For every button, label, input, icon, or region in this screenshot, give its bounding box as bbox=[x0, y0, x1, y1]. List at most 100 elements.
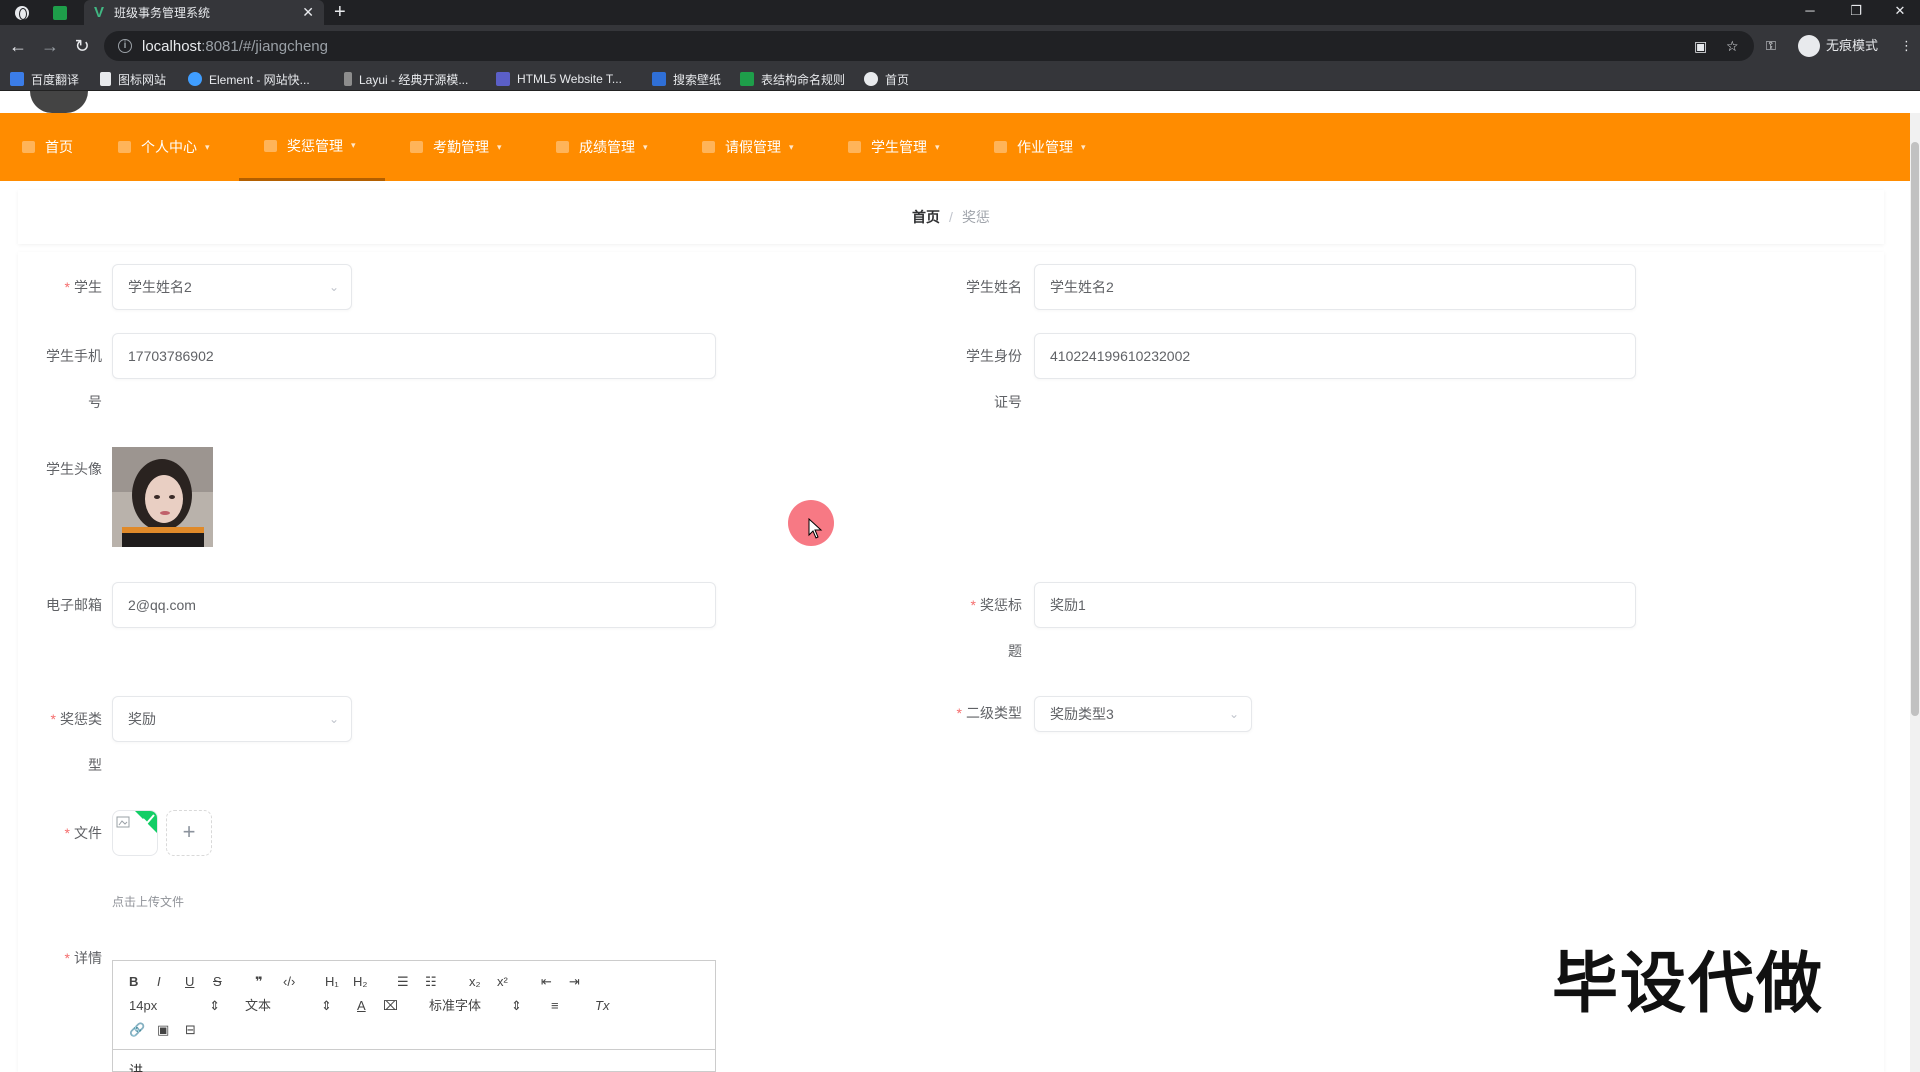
nav-home[interactable]: 首页 bbox=[22, 113, 73, 181]
strike-icon[interactable]: S bbox=[213, 973, 222, 991]
close-tab-icon[interactable]: ✕ bbox=[302, 4, 314, 21]
indent-icon[interactable]: ⇥ bbox=[569, 973, 580, 991]
text-color-icon[interactable]: A bbox=[357, 997, 366, 1015]
bookmark-item[interactable]: Layui - 经典开源模... bbox=[344, 67, 468, 91]
email-input[interactable]: 2@qq.com bbox=[112, 582, 716, 628]
address-bar[interactable]: i localhost :8081/#/jiangcheng ▣ ☆ bbox=[104, 31, 1754, 61]
chevron-down-icon: ▾ bbox=[205, 141, 210, 152]
link-icon[interactable]: 🔗 bbox=[129, 1021, 145, 1039]
outdent-icon[interactable]: ⇤ bbox=[541, 973, 552, 991]
profile-label: 无痕模式 bbox=[1826, 38, 1879, 53]
subtype-select[interactable]: 奖励类型3 ⌄ bbox=[1034, 696, 1252, 732]
file-label: * 文件 bbox=[64, 825, 102, 841]
align-icon[interactable]: ≡ bbox=[551, 997, 559, 1015]
breadcrumb: 首页 / 奖惩 bbox=[18, 190, 1884, 244]
mouse-cursor-icon bbox=[808, 518, 823, 539]
incognito-profile[interactable]: 无痕模式 bbox=[1798, 34, 1878, 58]
upload-add-button[interactable]: + bbox=[166, 810, 212, 856]
nav-attendance[interactable]: 考勤管理 ▾ bbox=[410, 113, 502, 181]
header-select[interactable]: 文本 ⇕ bbox=[245, 997, 332, 1015]
reload-button[interactable]: ↻ bbox=[70, 34, 94, 58]
bookmark-item[interactable]: HTML5 Website T... bbox=[496, 67, 622, 91]
nav-reward-punishment[interactable]: 奖惩管理 ▾ bbox=[239, 113, 385, 181]
subtype-label: * 二级类型 bbox=[956, 705, 1022, 721]
bookmark-item[interactable]: 图标网站 bbox=[100, 67, 166, 91]
new-tab-button[interactable]: + bbox=[334, 0, 346, 25]
active-browser-tab[interactable]: V 班级事务管理系统 ✕ bbox=[84, 0, 324, 25]
restore-button[interactable]: ❐ bbox=[1836, 0, 1876, 25]
close-window-button[interactable]: ✕ bbox=[1880, 0, 1920, 25]
minimize-button[interactable]: ─ bbox=[1790, 0, 1830, 25]
bullet-list-icon[interactable]: ☷ bbox=[425, 973, 437, 991]
blockquote-icon[interactable]: ❞ bbox=[255, 973, 263, 991]
scrollbar-thumb[interactable] bbox=[1911, 142, 1919, 716]
updown-icon: ⇕ bbox=[321, 998, 332, 1013]
tab-title: 班级事务管理系统 bbox=[114, 6, 211, 20]
chevron-down-icon: ▾ bbox=[789, 141, 794, 152]
underline-icon[interactable]: U bbox=[185, 973, 194, 991]
clear-format-icon[interactable]: Tx bbox=[595, 997, 609, 1015]
ordered-list-icon[interactable]: ☰ bbox=[397, 973, 409, 991]
bold-icon[interactable]: B bbox=[129, 973, 138, 991]
image-icon[interactable]: ▣ bbox=[157, 1021, 169, 1039]
globe-icon bbox=[864, 72, 878, 86]
nav-students[interactable]: 学生管理 ▾ bbox=[848, 113, 940, 181]
header2-icon[interactable]: H₂ bbox=[353, 973, 367, 991]
watermark-text: 毕设代做 bbox=[1552, 945, 1824, 1022]
background-color-icon[interactable]: ⌧ bbox=[383, 997, 398, 1015]
bookmark-star-icon[interactable]: ☆ bbox=[1726, 31, 1739, 61]
student-avatar-image[interactable] bbox=[112, 447, 213, 547]
updown-icon: ⇕ bbox=[209, 998, 221, 1013]
chevron-down-icon: ▾ bbox=[935, 141, 940, 152]
forward-button[interactable]: → bbox=[38, 34, 62, 58]
nav-leave[interactable]: 请假管理 ▾ bbox=[702, 113, 794, 181]
chevron-down-icon: ▾ bbox=[643, 141, 648, 152]
menu-dots-icon[interactable]: ⋮ bbox=[1900, 34, 1913, 58]
bookmark-item[interactable]: Element - 网站快... bbox=[188, 67, 310, 91]
breadcrumb-current: 奖惩 bbox=[961, 209, 990, 225]
italic-icon[interactable]: I bbox=[157, 973, 161, 991]
student-label: * 学生 bbox=[64, 279, 102, 295]
incognito-icon bbox=[1798, 35, 1820, 57]
code-block-icon[interactable]: ‹/› bbox=[283, 973, 295, 991]
nav-grades[interactable]: 成绩管理 ▾ bbox=[556, 113, 648, 181]
type-label-cont: 型 bbox=[88, 757, 102, 773]
pinned-tab-globe[interactable] bbox=[4, 0, 40, 25]
bookmark-item[interactable]: 首页 bbox=[864, 67, 909, 91]
subscript-icon[interactable]: x₂ bbox=[469, 973, 481, 991]
bookmark-item[interactable]: 搜索壁纸 bbox=[652, 67, 721, 91]
calendar-icon bbox=[410, 141, 423, 153]
bookmark-item[interactable]: 百度翻译 bbox=[10, 67, 79, 91]
back-button[interactable]: ← bbox=[6, 34, 30, 58]
rich-text-editor[interactable]: B I U S ❞ ‹/› H₁ H₂ ☰ ☷ x₂ x² ⇤ ⇥ 14px ⇕ … bbox=[112, 960, 716, 1072]
font-size-select[interactable]: 14px ⇕ bbox=[129, 997, 220, 1015]
font-family-select[interactable]: 标准字体 ⇕ bbox=[429, 997, 522, 1015]
student-select[interactable]: 学生姓名2 ⌄ bbox=[112, 264, 352, 310]
chevron-down-icon: ▾ bbox=[497, 141, 502, 152]
detail-label: * 详情 bbox=[64, 950, 102, 966]
editor-content[interactable]: 讲 bbox=[129, 1061, 143, 1072]
breadcrumb-home[interactable]: 首页 bbox=[912, 207, 940, 227]
app-header-strip bbox=[0, 91, 1920, 113]
type-select[interactable]: 奖励 ⌄ bbox=[112, 696, 352, 742]
title-label: * 奖惩标 bbox=[970, 597, 1022, 613]
student-name-input[interactable]: 学生姓名2 bbox=[1034, 264, 1636, 310]
top-navigation: 首页 个人中心 ▾ 奖惩管理 ▾ 考勤管理 ▾ 成绩管理 ▾ 请假管理 ▾ 学生管理 ▾ 作… bbox=[0, 113, 1910, 181]
uploaded-file-thumb[interactable] bbox=[112, 810, 158, 856]
phone-label-cont: 号 bbox=[88, 394, 102, 410]
video-icon[interactable]: ⊟ bbox=[185, 1021, 196, 1039]
title-input[interactable]: 奖励1 bbox=[1034, 582, 1636, 628]
nav-homework[interactable]: 作业管理 ▾ bbox=[994, 113, 1086, 181]
site-info-icon[interactable]: i bbox=[118, 39, 132, 53]
pinned-tab-green[interactable] bbox=[42, 0, 78, 25]
superscript-icon[interactable]: x² bbox=[497, 973, 508, 991]
nav-personal-center[interactable]: 个人中心 ▾ bbox=[118, 113, 210, 181]
header1-icon[interactable]: H₁ bbox=[325, 973, 339, 991]
idcard-input[interactable]: 410224199610232002 bbox=[1034, 333, 1636, 379]
phone-input[interactable]: 17703786902 bbox=[112, 333, 716, 379]
password-key-icon[interactable]: ⚿ bbox=[1766, 34, 1776, 58]
avatar-photo bbox=[112, 447, 213, 547]
bookmark-item[interactable]: 表结构命名规则 bbox=[740, 67, 845, 91]
homework-icon bbox=[994, 141, 1007, 153]
translate-icon[interactable]: ▣ bbox=[1694, 31, 1707, 61]
